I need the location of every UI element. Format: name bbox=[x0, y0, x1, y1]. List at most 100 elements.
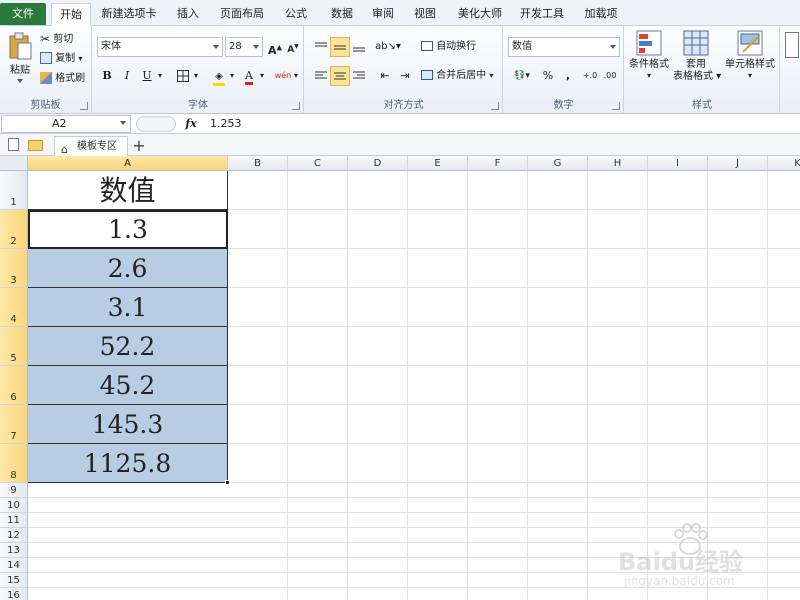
cell-a6[interactable]: 45.2 bbox=[28, 366, 228, 405]
select-all-corner[interactable] bbox=[0, 156, 28, 171]
cell-a7[interactable]: 145.3 bbox=[28, 405, 228, 444]
column-header-b[interactable]: B bbox=[228, 156, 288, 171]
phonetic-button[interactable]: wén bbox=[273, 66, 293, 86]
conditional-format-button[interactable]: 条件格式 ▾ bbox=[629, 30, 669, 90]
tab-review[interactable]: 审阅 bbox=[366, 3, 400, 26]
copy-button[interactable]: 复制 ▾ bbox=[40, 50, 82, 68]
comma-button[interactable]: , bbox=[558, 66, 578, 86]
alignment-launcher-icon[interactable] bbox=[491, 102, 499, 110]
row-header-15[interactable]: 15 bbox=[0, 573, 28, 588]
font-color-button[interactable]: A bbox=[239, 66, 259, 86]
fill-handle[interactable] bbox=[225, 480, 230, 485]
row-header-6[interactable]: 6 bbox=[0, 366, 28, 405]
increase-indent-button[interactable]: ⇥ bbox=[395, 66, 415, 86]
align-right-button[interactable] bbox=[349, 66, 369, 86]
cell-styles-button[interactable]: 单元格样式 ▾ bbox=[723, 30, 777, 90]
tab-beautify[interactable]: 美化大师 bbox=[452, 3, 508, 26]
shrink-font-button[interactable]: A▼ bbox=[283, 37, 303, 57]
merge-center-button[interactable]: 合并后居中 ▾ bbox=[421, 67, 493, 85]
open-folder-icon[interactable] bbox=[28, 140, 43, 151]
formula-bar-resize-handle[interactable] bbox=[136, 116, 176, 132]
tab-developer[interactable]: 开发工具 bbox=[514, 3, 570, 26]
row-header-16[interactable]: 16 bbox=[0, 588, 28, 600]
column-header-f[interactable]: F bbox=[468, 156, 528, 171]
tab-data[interactable]: 数据 bbox=[322, 3, 362, 26]
align-middle-button[interactable] bbox=[330, 37, 350, 57]
percent-button[interactable]: % bbox=[538, 66, 558, 86]
name-box[interactable]: A2 bbox=[1, 115, 131, 133]
column-header-k[interactable]: K bbox=[768, 156, 800, 171]
column-header-j[interactable]: J bbox=[708, 156, 768, 171]
number-format-select[interactable]: 数值 bbox=[508, 37, 620, 57]
row-header-11[interactable]: 11 bbox=[0, 513, 28, 528]
italic-button[interactable]: I bbox=[117, 66, 137, 86]
orientation-button[interactable]: ab↘▾ bbox=[375, 37, 401, 57]
borders-button[interactable] bbox=[173, 66, 193, 86]
paste-button[interactable]: 粘贴 bbox=[4, 30, 36, 88]
borders-dropdown[interactable]: ▾ bbox=[191, 66, 201, 86]
column-header-d[interactable]: D bbox=[348, 156, 408, 171]
format-painter-button[interactable]: 格式刷 bbox=[40, 70, 85, 88]
row-header-9[interactable]: 9 bbox=[0, 483, 28, 498]
decrease-decimal-button[interactable]: .00 bbox=[600, 66, 620, 86]
align-center-button[interactable] bbox=[330, 66, 350, 86]
font-launcher-icon[interactable] bbox=[292, 102, 300, 110]
underline-button[interactable]: U bbox=[137, 66, 157, 86]
row-header-2[interactable]: 2 bbox=[0, 210, 28, 249]
accounting-format-button[interactable]: 💱▾ bbox=[508, 66, 536, 86]
font-size-select[interactable]: 28 bbox=[225, 37, 263, 57]
row-header-14[interactable]: 14 bbox=[0, 558, 28, 573]
column-header-h[interactable]: H bbox=[588, 156, 648, 171]
cell-a8[interactable]: 1125.8 bbox=[28, 444, 228, 483]
font-name-select[interactable]: 宋体 bbox=[97, 37, 223, 57]
row-header-13[interactable]: 13 bbox=[0, 543, 28, 558]
align-top-button[interactable] bbox=[311, 37, 331, 57]
number-launcher-icon[interactable] bbox=[612, 102, 620, 110]
cell-a4[interactable]: 3.1 bbox=[28, 288, 228, 327]
grow-font-button[interactable]: A▲ bbox=[265, 37, 285, 57]
bold-button[interactable]: B bbox=[97, 66, 117, 86]
tab-new[interactable]: 新建选项卡 bbox=[96, 3, 162, 26]
decrease-indent-button[interactable]: ⇤ bbox=[375, 66, 395, 86]
wrap-text-button[interactable]: 自动换行 bbox=[421, 38, 476, 56]
increase-decimal-button[interactable]: +.0 bbox=[580, 66, 600, 86]
fill-color-button[interactable]: ◈ bbox=[209, 66, 229, 86]
phonetic-dropdown[interactable]: ▾ bbox=[291, 66, 301, 86]
add-tab-button[interactable]: + bbox=[130, 137, 148, 155]
insert-function-button[interactable]: fx bbox=[182, 115, 200, 133]
cut-button[interactable]: ✂ 剪切 bbox=[40, 30, 73, 48]
column-header-c[interactable]: C bbox=[288, 156, 348, 171]
column-header-e[interactable]: E bbox=[408, 156, 468, 171]
row-header-7[interactable]: 7 bbox=[0, 405, 28, 444]
row-header-8[interactable]: 8 bbox=[0, 444, 28, 483]
tab-page-layout[interactable]: 页面布局 bbox=[214, 3, 270, 26]
row-header-1[interactable]: 1 bbox=[0, 171, 28, 210]
formula-input[interactable]: 1.253 bbox=[210, 115, 242, 133]
tab-file[interactable]: 文件 bbox=[0, 3, 46, 25]
font-color-dropdown[interactable]: ▾ bbox=[257, 66, 267, 86]
fill-color-dropdown[interactable]: ▾ bbox=[227, 66, 237, 86]
align-left-button[interactable] bbox=[311, 66, 331, 86]
clipboard-launcher-icon[interactable] bbox=[80, 102, 88, 110]
underline-dropdown[interactable]: ▾ bbox=[155, 66, 165, 86]
format-as-table-button[interactable]: 套用 表格格式 ▾ bbox=[673, 30, 721, 90]
row-header-3[interactable]: 3 bbox=[0, 249, 28, 288]
tab-insert[interactable]: 插入 bbox=[168, 3, 208, 26]
row-header-10[interactable]: 10 bbox=[0, 498, 28, 513]
insert-cells-icon[interactable] bbox=[785, 32, 799, 58]
tab-view[interactable]: 视图 bbox=[404, 3, 446, 26]
template-tab[interactable]: ⌂ 模板专区 bbox=[54, 136, 128, 156]
row-header-4[interactable]: 4 bbox=[0, 288, 28, 327]
header-cell-a1[interactable]: 数值 bbox=[28, 171, 228, 210]
tab-addins[interactable]: 加载项 bbox=[576, 3, 626, 26]
column-header-g[interactable]: G bbox=[528, 156, 588, 171]
cell-a3[interactable]: 2.6 bbox=[28, 249, 228, 288]
row-header-5[interactable]: 5 bbox=[0, 327, 28, 366]
align-bottom-button[interactable] bbox=[349, 37, 369, 57]
column-header-a[interactable]: A bbox=[28, 156, 228, 171]
tab-formulas[interactable]: 公式 bbox=[276, 3, 316, 26]
cell-a2[interactable]: 1.3 bbox=[28, 210, 228, 249]
column-header-i[interactable]: I bbox=[648, 156, 708, 171]
cell-a5[interactable]: 52.2 bbox=[28, 327, 228, 366]
row-header-12[interactable]: 12 bbox=[0, 528, 28, 543]
